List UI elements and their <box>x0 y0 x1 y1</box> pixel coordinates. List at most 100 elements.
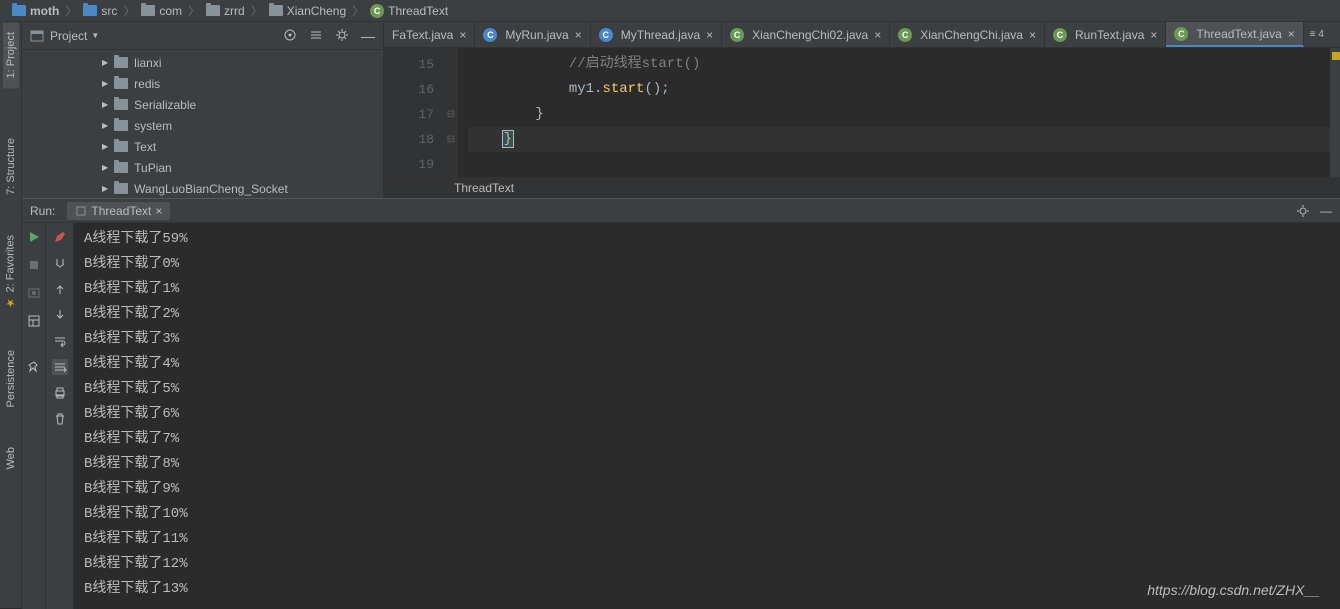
gear-icon[interactable] <box>1296 204 1310 218</box>
tab-xianchengchi[interactable]: CXianChengChi.java× <box>890 22 1045 47</box>
down-arrow-button[interactable] <box>52 307 68 323</box>
project-dropdown[interactable]: Project ▼ <box>30 29 283 43</box>
close-icon[interactable]: × <box>1288 27 1295 41</box>
run-panel: Run: ThreadText × — <box>22 198 1340 609</box>
project-tree[interactable]: ▶ lianxi ▶ redis ▶Serializable ▶ system ▶ Te… <box>22 50 383 198</box>
folder-icon <box>12 5 26 16</box>
web-tool-tab[interactable]: Web <box>3 437 19 479</box>
rerun-button[interactable] <box>26 229 42 245</box>
locate-icon[interactable] <box>283 28 297 42</box>
print-button[interactable] <box>52 385 68 401</box>
tree-label: redis <box>134 77 160 91</box>
tree-label: TuPian <box>134 161 172 175</box>
close-icon[interactable]: × <box>1150 28 1157 42</box>
line-gutter: 15 16 17 18 19 <box>384 48 444 177</box>
console-output[interactable]: A线程下载了59% B线程下载了0% B线程下载了1% B线程下载了2% B线程… <box>74 223 1340 609</box>
console-line: B线程下载了1% <box>84 277 1330 302</box>
breadcrumb-item[interactable]: CThreadText <box>366 4 452 18</box>
tab-myrun[interactable]: CMyRun.java× <box>475 22 590 47</box>
code-content[interactable]: //启动线程start() my1.start(); } } <box>458 48 1340 177</box>
delete-button[interactable] <box>52 411 68 427</box>
tree-label: Text <box>134 140 156 154</box>
stop-button[interactable] <box>26 257 42 273</box>
layout-button[interactable] <box>26 313 42 329</box>
console-line: B线程下载了6% <box>84 402 1330 427</box>
tree-label: system <box>134 119 172 133</box>
class-icon: C <box>370 4 384 18</box>
chevron-right-icon: 〉 <box>352 2 364 19</box>
class-icon: C <box>730 28 744 42</box>
pin-button[interactable] <box>26 359 42 375</box>
warning-marker-icon[interactable] <box>1332 52 1340 60</box>
breadcrumb-item[interactable]: zrrd <box>202 4 249 18</box>
minimize-icon[interactable]: — <box>361 28 375 44</box>
tree-label: Serializable <box>134 98 196 112</box>
close-icon[interactable]: × <box>459 28 466 42</box>
fold-end-icon[interactable]: ⊟ <box>444 102 458 127</box>
folder-icon <box>83 5 97 16</box>
breadcrumb-item[interactable]: src <box>79 4 121 18</box>
folder-icon <box>114 99 128 110</box>
editor-breadcrumb[interactable]: ThreadText <box>384 177 1340 198</box>
tree-item[interactable]: ▶ lianxi <box>22 52 383 73</box>
code-editor[interactable]: 15 16 17 18 19 ⊟ ⊟ //启动线程start() my1.sta… <box>384 48 1340 177</box>
up-arrow-button[interactable] <box>52 281 68 297</box>
fold-end-icon[interactable]: ⊟ <box>444 127 458 152</box>
folder-icon <box>114 183 128 194</box>
project-icon <box>30 29 44 43</box>
breadcrumb-item[interactable]: XianCheng <box>265 4 350 18</box>
run-config-tab[interactable]: ThreadText × <box>67 202 170 220</box>
edit-button[interactable] <box>52 229 68 245</box>
persistence-tool-tab[interactable]: Persistence <box>3 340 19 417</box>
breadcrumb-item[interactable]: moth <box>8 4 63 18</box>
close-icon[interactable]: × <box>706 28 713 42</box>
console-line: B线程下载了2% <box>84 302 1330 327</box>
editor-scrollbar[interactable] <box>1330 48 1340 177</box>
tree-label: lianxi <box>134 56 161 70</box>
console-line: B线程下载了3% <box>84 327 1330 352</box>
collapse-icon[interactable] <box>309 28 323 42</box>
watermark: https://blog.csdn.net/ZHX__ <box>1147 582 1320 598</box>
scroll-button[interactable] <box>52 359 68 375</box>
class-icon: C <box>599 28 613 42</box>
folder-icon <box>206 5 220 16</box>
favorites-tool-tab[interactable]: ★2: Favorites <box>2 225 19 319</box>
structure-tool-tab[interactable]: 7: Structure <box>3 128 19 205</box>
tab-threadtext[interactable]: CThreadText.java× <box>1166 22 1303 47</box>
console-line: B线程下载了9% <box>84 477 1330 502</box>
close-icon[interactable]: × <box>155 204 162 218</box>
expand-arrow-icon: ▶ <box>102 58 108 67</box>
tabs-overflow-button[interactable]: ≡ 4 <box>1304 29 1330 40</box>
breadcrumb-item[interactable]: com <box>137 4 186 18</box>
close-icon[interactable]: × <box>874 28 881 42</box>
tab-xianchengchi02[interactable]: CXianChengChi02.java× <box>722 22 890 47</box>
console-line: B线程下载了0% <box>84 252 1330 277</box>
tab-runtext[interactable]: CRunText.java× <box>1045 22 1166 47</box>
console-line: B线程下载了13% <box>84 577 1330 602</box>
tree-item[interactable]: ▶TuPian <box>22 157 383 178</box>
folder-icon <box>114 78 128 89</box>
tab-mythread[interactable]: CMyThread.java× <box>591 22 722 47</box>
soft-wrap-button[interactable] <box>52 333 68 349</box>
project-tool-tab[interactable]: 1: Project <box>3 22 19 88</box>
console-line: B线程下载了4% <box>84 352 1330 377</box>
tab-fatext[interactable]: FaText.java× <box>384 22 475 47</box>
expand-arrow-icon: ▶ <box>102 79 108 88</box>
tree-item[interactable]: ▶ Text <box>22 136 383 157</box>
tree-item[interactable]: ▶WangLuoBianCheng_Socket <box>22 178 383 198</box>
close-icon[interactable]: × <box>575 28 582 42</box>
down-button[interactable] <box>52 255 68 271</box>
close-icon[interactable]: × <box>1029 28 1036 42</box>
editor-tabs: FaText.java× CMyRun.java× CMyThread.java… <box>384 22 1340 48</box>
tree-item[interactable]: ▶ redis <box>22 73 383 94</box>
dump-button[interactable] <box>26 285 42 301</box>
tree-item[interactable]: ▶Serializable <box>22 94 383 115</box>
gear-icon[interactable] <box>335 28 349 42</box>
editor-area: FaText.java× CMyRun.java× CMyThread.java… <box>384 22 1340 198</box>
expand-arrow-icon: ▶ <box>102 121 108 130</box>
console-line: B线程下载了8% <box>84 452 1330 477</box>
minimize-icon[interactable]: — <box>1320 204 1332 218</box>
expand-arrow-icon: ▶ <box>102 142 108 151</box>
run-secondary-toolbar <box>46 223 74 609</box>
tree-item[interactable]: ▶ system <box>22 115 383 136</box>
